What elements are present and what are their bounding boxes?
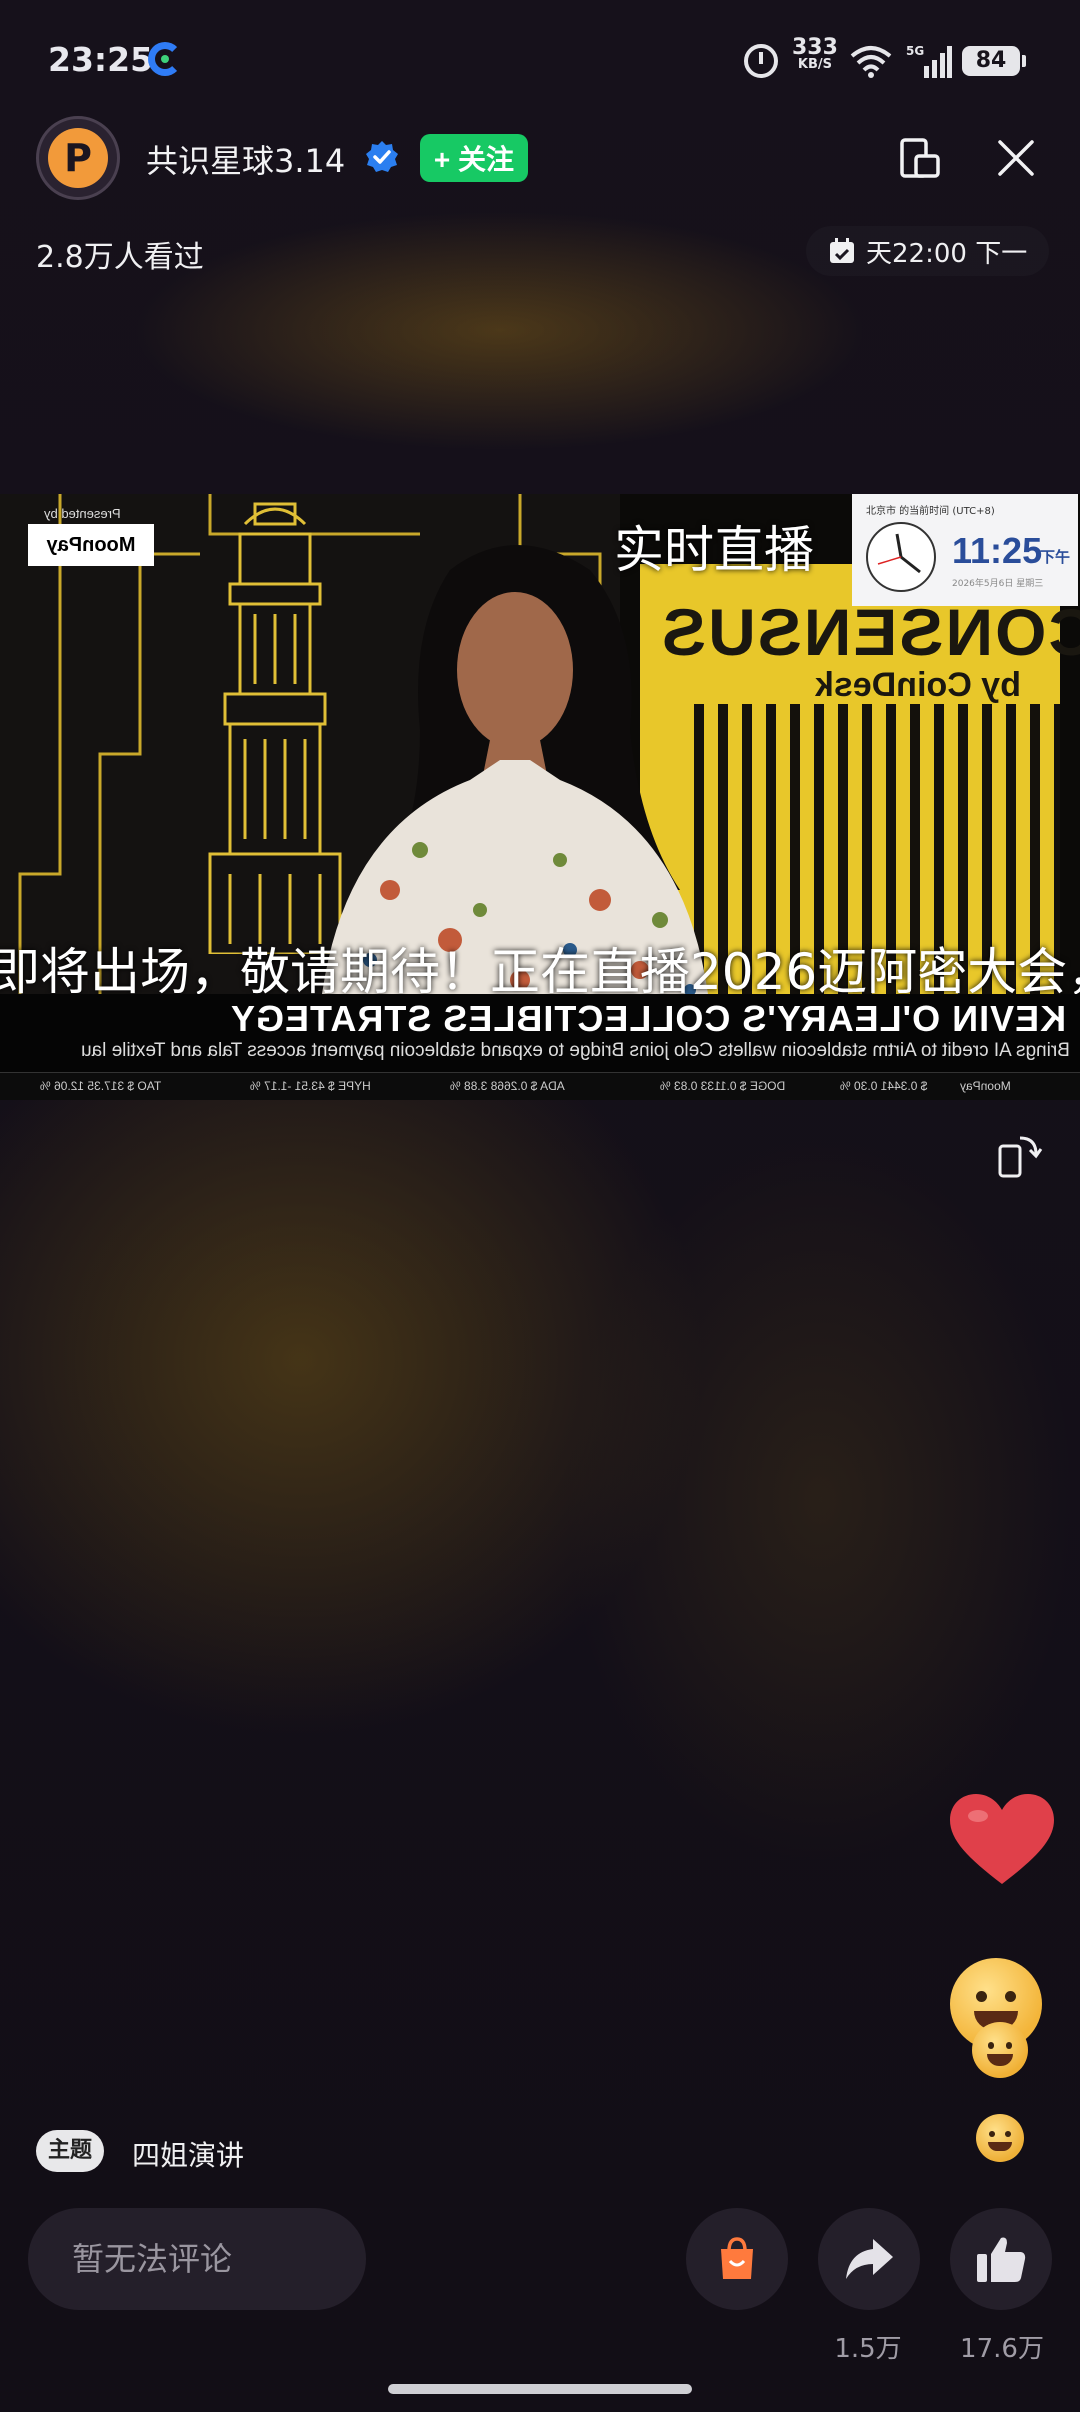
ticker-item: MoonPay xyxy=(960,1079,1011,1093)
network-type: 5G xyxy=(906,44,924,58)
schedule-text: 天22:00 下一 xyxy=(866,238,1028,269)
ticker-item: $ 0.3441 0.30 % xyxy=(840,1079,928,1093)
viewer-count: 2.8万人看过 xyxy=(36,240,204,275)
channel-avatar[interactable]: P xyxy=(36,116,120,200)
live-label: 实时直播 xyxy=(614,521,814,579)
topic-name[interactable]: 四姐演讲 xyxy=(132,2134,244,2174)
cast-screen-icon[interactable] xyxy=(898,136,942,180)
share-arrow-icon xyxy=(846,2239,893,2279)
calendar-icon xyxy=(830,238,854,263)
price-ticker: MoonPay $ 0.3441 0.30 % DOGE $ 0.1133 0.… xyxy=(0,1072,1080,1100)
follow-button[interactable]: + 关注 xyxy=(420,134,528,182)
home-indicator[interactable] xyxy=(388,2384,692,2394)
shop-button[interactable] xyxy=(686,2208,788,2310)
close-icon[interactable] xyxy=(994,136,1038,180)
app-notification-icon xyxy=(148,42,182,76)
video-player[interactable]: CONSENSUS by CoinDesk Presented by MoonP… xyxy=(0,494,1080,1100)
schedule-pill[interactable]: 天22:00 下一 xyxy=(806,226,1050,276)
shopping-bag-icon xyxy=(721,2237,753,2279)
headline: KEVIN O'LEARY'S COLLECTIBLES STRATEGY xyxy=(229,998,1066,1039)
clock-date: 2026年5月6日 星期三 xyxy=(952,579,1044,589)
share-button[interactable] xyxy=(818,2208,920,2310)
thumbs-up-icon xyxy=(977,2237,1026,2282)
clock-time: 11:25 xyxy=(952,530,1043,571)
analog-clock-icon xyxy=(866,522,936,592)
channel-name[interactable]: 共识星球3.14 xyxy=(146,136,345,182)
clock-widget: 北京市 的当前时间 (UTC+8) 11:25 下午 2026年5月6日 星期三 xyxy=(852,494,1078,606)
ticker-item: HYPE $ 43.51 -1.17 % xyxy=(250,1079,371,1093)
topic-tag: 主题 xyxy=(36,2130,105,2172)
background xyxy=(0,0,1080,2412)
verified-badge-icon xyxy=(366,141,398,172)
net-speed: 333 KB/S xyxy=(792,37,838,72)
ticker-item: TAO $ 317.35 12.06 % xyxy=(40,1079,162,1093)
rotate-screen-icon[interactable] xyxy=(994,1130,1044,1180)
net-speed-unit: KB/S xyxy=(797,57,833,72)
signal-icon: 5G xyxy=(906,44,952,78)
comment-input[interactable]: 暂无法评论 xyxy=(28,2208,366,2310)
clock-ampm: 下午 xyxy=(1040,548,1071,566)
event-logo-sub: by CoinDesk xyxy=(815,666,1021,704)
news-subline: Brings AI credit to Airtm stablecoin wal… xyxy=(81,1040,1070,1061)
like-button[interactable] xyxy=(950,2208,1052,2310)
status-time: 23:25 xyxy=(48,40,154,79)
heart-icon xyxy=(950,1794,1054,1884)
share-count: 1.5万 xyxy=(834,2334,902,2364)
sponsor-label: Presented by xyxy=(44,506,121,521)
ticker-item: ADA $ 0.2668 3.88 % xyxy=(450,1079,565,1093)
wifi-icon xyxy=(850,46,892,78)
alarm-icon xyxy=(744,44,778,78)
battery-indicator: 84 xyxy=(962,46,1026,76)
channel-logo: P xyxy=(48,128,108,188)
sponsor-badge: MoonPay xyxy=(28,524,154,566)
smile-emoji-icon xyxy=(976,2114,1024,2162)
like-count: 17.6万 xyxy=(960,2334,1044,2364)
salute-emoji-icon xyxy=(972,2022,1028,2078)
clock-title: 北京市 的当前时间 (UTC+8) xyxy=(866,506,995,517)
news-ticker-bar: KEVIN O'LEARY'S COLLECTIBLES STRATEGY Br… xyxy=(0,994,1080,1100)
ticker-item: DOGE $ 0.1133 0.83 % xyxy=(660,1079,786,1093)
